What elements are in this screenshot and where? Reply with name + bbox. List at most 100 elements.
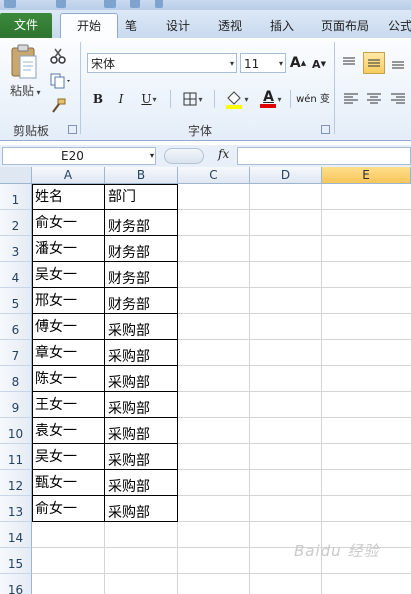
row-header-14[interactable]: 14 (0, 522, 32, 548)
bold-button[interactable]: B (91, 90, 105, 108)
row-header-3[interactable]: 3 (0, 236, 32, 262)
ribbon-home: 粘贴 ▾ 剪贴板 宋体 ▾ 11 ▾ A ▲ A ▼ B I U ▾ ▾ ▾ A… (0, 38, 411, 141)
cell-a6[interactable]: 傅女一 (32, 314, 105, 340)
align-middle-button[interactable] (363, 52, 385, 74)
font-dialog-launcher[interactable] (321, 125, 330, 134)
name-box-dropdown-icon[interactable]: ▾ (150, 148, 154, 164)
gridline-horizontal (32, 573, 411, 574)
customize-toolbar-icon[interactable] (155, 0, 163, 8)
cell-a12[interactable]: 甄女一 (32, 470, 105, 496)
fill-color-button[interactable]: ▾ (222, 88, 252, 110)
row-header-13[interactable]: 13 (0, 496, 32, 522)
cell-b7[interactable]: 采购部 (105, 340, 178, 366)
undo-icon[interactable] (104, 0, 116, 8)
tab-insert[interactable]: 插入 (262, 14, 302, 38)
formula-bar-splitter[interactable] (164, 148, 204, 164)
underline-button[interactable]: U ▾ (136, 90, 162, 108)
clipboard-dialog-launcher[interactable] (68, 125, 77, 134)
align-bottom-icon[interactable] (390, 56, 406, 70)
column-header-b[interactable]: B (105, 167, 178, 184)
phonetic-guide-button[interactable]: wén 变 (296, 86, 330, 112)
row-header-2[interactable]: 2 (0, 210, 32, 236)
cell-b11[interactable]: 采购部 (105, 444, 178, 470)
tab-formulas[interactable]: 公式 (388, 14, 411, 38)
row-header-7[interactable]: 7 (0, 340, 32, 366)
select-all-corner[interactable] (0, 167, 32, 184)
italic-button[interactable]: I (114, 90, 128, 108)
cell-a2[interactable]: 俞女一 (32, 210, 105, 236)
copy-icon[interactable] (50, 73, 72, 89)
group-separator (80, 42, 81, 134)
row-header-1[interactable]: 1 (0, 184, 32, 210)
fill-bucket-icon (226, 91, 243, 109)
row-header-5[interactable]: 5 (0, 288, 32, 314)
cell-b3[interactable]: 财务部 (105, 236, 178, 262)
tab-page-layout[interactable]: 页面布局 (314, 14, 376, 38)
row-header-8[interactable]: 8 (0, 366, 32, 392)
font-name-select[interactable]: 宋体 ▾ (87, 53, 237, 73)
cell-b10[interactable]: 采购部 (105, 418, 178, 444)
font-color-button[interactable]: A ▾ (256, 88, 286, 110)
cell-b8[interactable]: 采购部 (105, 366, 178, 392)
paste-label[interactable]: 粘贴 ▾ (10, 82, 41, 99)
row-header-6[interactable]: 6 (0, 314, 32, 340)
row-header-15[interactable]: 15 (0, 548, 32, 574)
cell-b2[interactable]: 财务部 (105, 210, 178, 236)
format-painter-icon[interactable] (50, 98, 66, 114)
cell-a5[interactable]: 邢女一 (32, 288, 105, 314)
row-header-4[interactable]: 4 (0, 262, 32, 288)
paste-icon[interactable] (10, 44, 38, 80)
cell-a8[interactable]: 陈女一 (32, 366, 105, 392)
cell-b9[interactable]: 采购部 (105, 392, 178, 418)
align-top-icon[interactable] (341, 56, 357, 70)
tab-pen[interactable]: 笔 (118, 14, 144, 38)
column-header-c[interactable]: C (178, 167, 250, 184)
save-icon[interactable] (56, 0, 66, 8)
row-header-11[interactable]: 11 (0, 444, 32, 470)
cell-a4[interactable]: 吴女一 (32, 262, 105, 288)
name-box[interactable]: E20 ▾ (2, 147, 156, 165)
group-separator (334, 42, 335, 134)
align-left-icon[interactable] (343, 92, 359, 106)
column-header-e[interactable]: E (322, 167, 411, 184)
cell-a1[interactable]: 姓名 (32, 184, 105, 210)
cell-a3[interactable]: 潘女一 (32, 236, 105, 262)
insert-function-button[interactable]: fx (218, 147, 229, 161)
row-header-16[interactable]: 16 (0, 574, 32, 594)
row-header-12[interactable]: 12 (0, 470, 32, 496)
cell-a11[interactable]: 吴女一 (32, 444, 105, 470)
cell-b13[interactable]: 采购部 (105, 496, 178, 522)
tab-home[interactable]: 开始 (60, 13, 118, 39)
cell-b5[interactable]: 财务部 (105, 288, 178, 314)
borders-button[interactable]: ▾ (178, 90, 208, 108)
column-header-d[interactable]: D (250, 167, 322, 184)
grow-font-button[interactable]: A ▲ (290, 54, 306, 72)
cell-a9[interactable]: 王女一 (32, 392, 105, 418)
cell-a13[interactable]: 俞女一 (32, 496, 105, 522)
align-center-icon[interactable] (366, 92, 382, 106)
tab-file[interactable]: 文件 (0, 13, 52, 38)
align-middle-icon (368, 59, 380, 67)
cell-a10[interactable]: 袁女一 (32, 418, 105, 444)
tab-pivot[interactable]: 透视 (210, 14, 250, 38)
cell-b6[interactable]: 采购部 (105, 314, 178, 340)
row-header-9[interactable]: 9 (0, 392, 32, 418)
gridline-vertical (249, 184, 250, 594)
font-color-letter: A (263, 89, 274, 105)
cell-a7[interactable]: 章女一 (32, 340, 105, 366)
align-right-icon[interactable] (390, 92, 406, 106)
cell-b4[interactable]: 财务部 (105, 262, 178, 288)
redo-icon[interactable] (130, 0, 140, 8)
cut-icon[interactable] (50, 48, 66, 64)
excel-app-icon[interactable] (4, 0, 16, 8)
gridline-vertical (321, 184, 322, 594)
column-header-a[interactable]: A (32, 167, 105, 184)
tab-design[interactable]: 设计 (158, 14, 198, 38)
shrink-font-button[interactable]: A ▼ (311, 56, 327, 72)
formula-input[interactable] (237, 147, 411, 165)
font-size-select[interactable]: 11 ▾ (240, 53, 286, 73)
row-header-10[interactable]: 10 (0, 418, 32, 444)
cell-b1[interactable]: 部门 (105, 184, 178, 210)
cell-b12[interactable]: 采购部 (105, 470, 178, 496)
worksheet-grid[interactable]: ABCDE 1 2 3 4 5 6 7 8 9 10 11 12 13 14 15 16 姓名 部门 俞女一 财务部… (0, 167, 411, 594)
